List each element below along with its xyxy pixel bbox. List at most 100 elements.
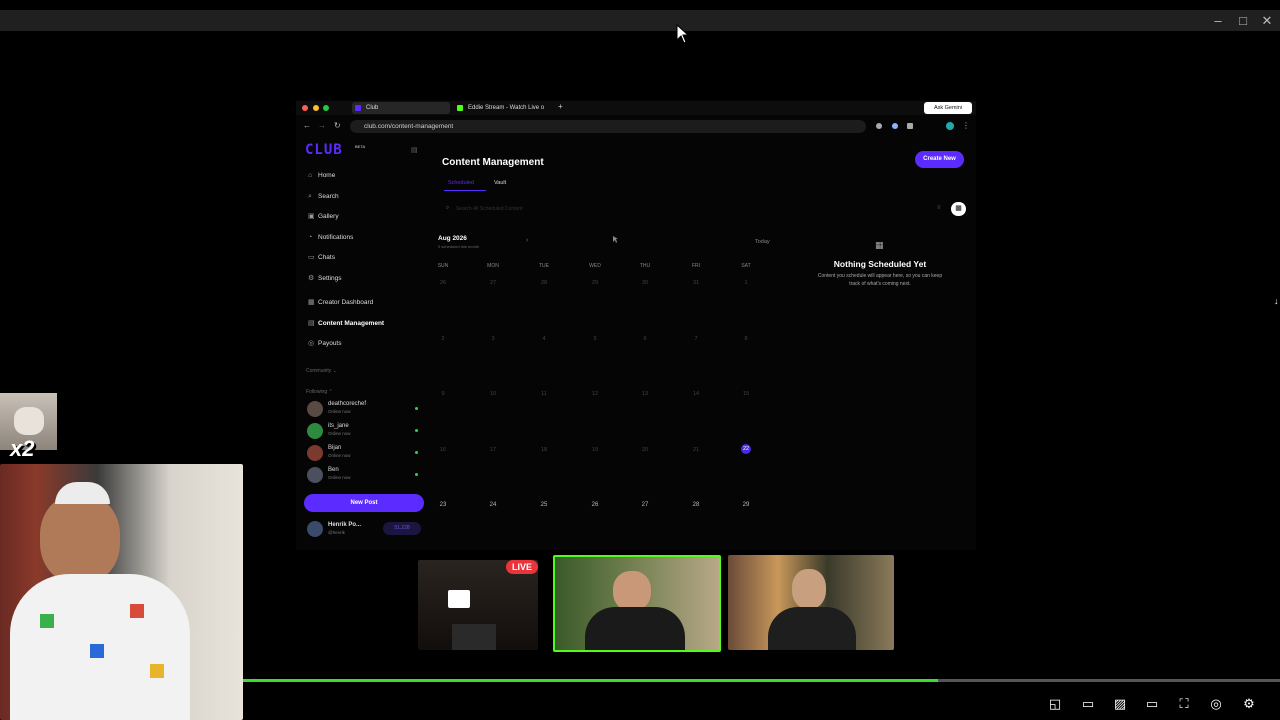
nav-icon: ◎ [308, 340, 315, 347]
reload-icon[interactable]: ↻ [334, 121, 341, 130]
sidebar-item-content-management[interactable]: ▤ Content Management [308, 317, 418, 331]
browser-tab-club[interactable]: Club [352, 102, 450, 114]
cat-face [14, 407, 44, 435]
calendar-day-cell[interactable]: 28 [529, 280, 559, 286]
minimize-icon[interactable]: – [1209, 12, 1227, 30]
sidebar-item-creator-dashboard[interactable]: ▦ Creator Dashboard [308, 296, 418, 310]
calendar-day-cell[interactable]: 20 [630, 447, 660, 453]
today-button[interactable]: Today [755, 239, 770, 245]
profile-handle: @henrik [328, 530, 345, 535]
calendar-day-cell[interactable]: 12 [580, 391, 610, 397]
search-input[interactable]: Search All Scheduled Content [456, 206, 522, 212]
calendar-day-cell[interactable]: 18 [529, 447, 559, 453]
kick-favicon-icon [457, 105, 463, 111]
fullscreen-icon[interactable]: ⛶ [1176, 696, 1192, 712]
calendar-day-cell[interactable]: 6 [630, 336, 660, 342]
calendar-day-cell[interactable]: 7 [681, 336, 711, 342]
balance-badge[interactable]: 51,228 [383, 522, 421, 535]
calendar-day-cell[interactable]: 29 [580, 280, 610, 286]
following-section-label[interactable]: Following ⌃ [306, 389, 333, 395]
extension-icon[interactable] [876, 123, 882, 129]
progress-track[interactable] [243, 679, 1280, 682]
settings-gear-icon[interactable]: ⚙ [1241, 696, 1257, 712]
calendar-day-cell[interactable]: 11 [529, 391, 559, 397]
calendar-day-cell[interactable]: 21 [681, 447, 711, 453]
theater-mode-icon[interactable]: ▭ [1144, 696, 1160, 712]
sidebar-item-home[interactable]: ⌂ Home [308, 169, 418, 183]
forward-icon[interactable]: → [318, 121, 326, 130]
traffic-close-icon[interactable] [302, 105, 308, 111]
following-item[interactable]: Bijan Online now [307, 444, 419, 462]
ask-gemini-button[interactable]: Ask Gemini [924, 102, 972, 114]
calendar-day-cell[interactable]: 16 [428, 447, 458, 453]
tab-vault[interactable]: Vault [494, 180, 506, 186]
calendar-day-cell[interactable]: 19 [580, 447, 610, 453]
traffic-zoom-icon[interactable] [323, 105, 329, 111]
speed-icon[interactable]: ◎ [1208, 696, 1224, 712]
calendar-day-cell[interactable]: 14 [681, 391, 711, 397]
maximize-icon[interactable]: □ [1234, 12, 1252, 30]
puzzle-icon[interactable] [907, 123, 913, 129]
calendar-day-cell[interactable]: 3 [478, 336, 508, 342]
calendar-today-cell[interactable]: 22 [741, 444, 751, 454]
profile-card[interactable]: Henrik Po... @henrik 51,228 [307, 520, 425, 538]
calendar-day-cell[interactable]: 10 [478, 391, 508, 397]
calendar-day-cell[interactable]: 9 [428, 391, 458, 397]
calendar-day-cell[interactable]: 2 [428, 336, 458, 342]
calendar-day-cell[interactable]: 27 [630, 502, 660, 508]
calendar-next-icon[interactable]: › [526, 237, 528, 244]
following-item[interactable]: Ben Online now [307, 466, 419, 484]
clip-icon[interactable]: ▭ [1080, 696, 1096, 712]
calendar-day-cell[interactable]: 28 [681, 502, 711, 508]
calendar-day-cell[interactable]: 1 [731, 280, 761, 286]
calendar-day-cell[interactable]: 29 [731, 502, 761, 508]
close-icon[interactable]: ✕ [1258, 12, 1276, 30]
calendar-day-cell[interactable]: 5 [580, 336, 610, 342]
list-view-icon[interactable]: ≡ [937, 205, 941, 211]
calendar-day-cell[interactable]: 26 [428, 280, 458, 286]
club-logo[interactable]: CLUB [305, 142, 343, 158]
calendar-day-cell[interactable]: 4 [529, 336, 559, 342]
extension-icon[interactable] [892, 123, 898, 129]
community-section-label[interactable]: Community ⌄ [306, 368, 337, 374]
calendar-day-cell[interactable]: 17 [478, 447, 508, 453]
tab-scheduled[interactable]: Scheduled [448, 180, 474, 186]
following-item[interactable]: its_jane Online now [307, 422, 419, 440]
calendar-day-of-week: TUE [539, 263, 549, 269]
resize-cursor-icon: ↓ [1274, 296, 1279, 306]
calendar-icon: ▦ [875, 240, 884, 250]
sidebar-item-settings[interactable]: ⚙ Settings [308, 272, 418, 286]
url-bar[interactable]: club.com/content-management [350, 120, 866, 133]
sidebar-item-chats[interactable]: ▭ Chats [308, 251, 418, 265]
new-tab-button[interactable]: + [558, 102, 563, 111]
calendar-day-cell[interactable]: 30 [630, 280, 660, 286]
calendar-day-cell[interactable]: 25 [529, 502, 559, 508]
calendar-day-cell[interactable]: 26 [580, 502, 610, 508]
sidebar-item-payouts[interactable]: ◎ Payouts [308, 337, 418, 351]
calendar-day-cell[interactable]: 8 [731, 336, 761, 342]
sidebar-item-notifications[interactable]: ◔ Notifications [308, 231, 418, 245]
sidebar-item-search[interactable]: ⌕ Search [308, 190, 418, 204]
browser-tab-stream[interactable]: Eddie Stream - Watch Live o [454, 102, 554, 114]
calendar-day-cell[interactable]: 24 [478, 502, 508, 508]
theater-off-icon[interactable]: ▨ [1112, 696, 1128, 712]
sidebar-item-gallery[interactable]: ▣ Gallery [308, 210, 418, 224]
following-item[interactable]: deathcorechef Online now [307, 400, 419, 418]
menu-kebab-icon[interactable]: ⋮ [962, 121, 970, 130]
calendar-day-cell[interactable]: 27 [478, 280, 508, 286]
nav-label: Home [318, 172, 336, 179]
collapse-sidebar-icon[interactable]: ▤ [411, 146, 418, 154]
traffic-minimize-icon[interactable] [313, 105, 319, 111]
grid-view-icon[interactable]: ▦ [951, 202, 966, 216]
calendar-day-cell[interactable]: 31 [681, 280, 711, 286]
calendar-day-cell[interactable]: 15 [731, 391, 761, 397]
calendar-day-of-week: MON [487, 263, 499, 269]
back-icon[interactable]: ← [303, 121, 311, 130]
nav-label: Search [318, 193, 339, 200]
calendar-day-cell[interactable]: 23 [428, 502, 458, 508]
create-new-button[interactable]: Create New [915, 151, 964, 168]
calendar-day-cell[interactable]: 13 [630, 391, 660, 397]
miniplayer-icon[interactable]: ◱ [1047, 696, 1063, 712]
new-post-button[interactable]: New Post [304, 494, 424, 512]
profile-avatar[interactable] [946, 122, 954, 130]
